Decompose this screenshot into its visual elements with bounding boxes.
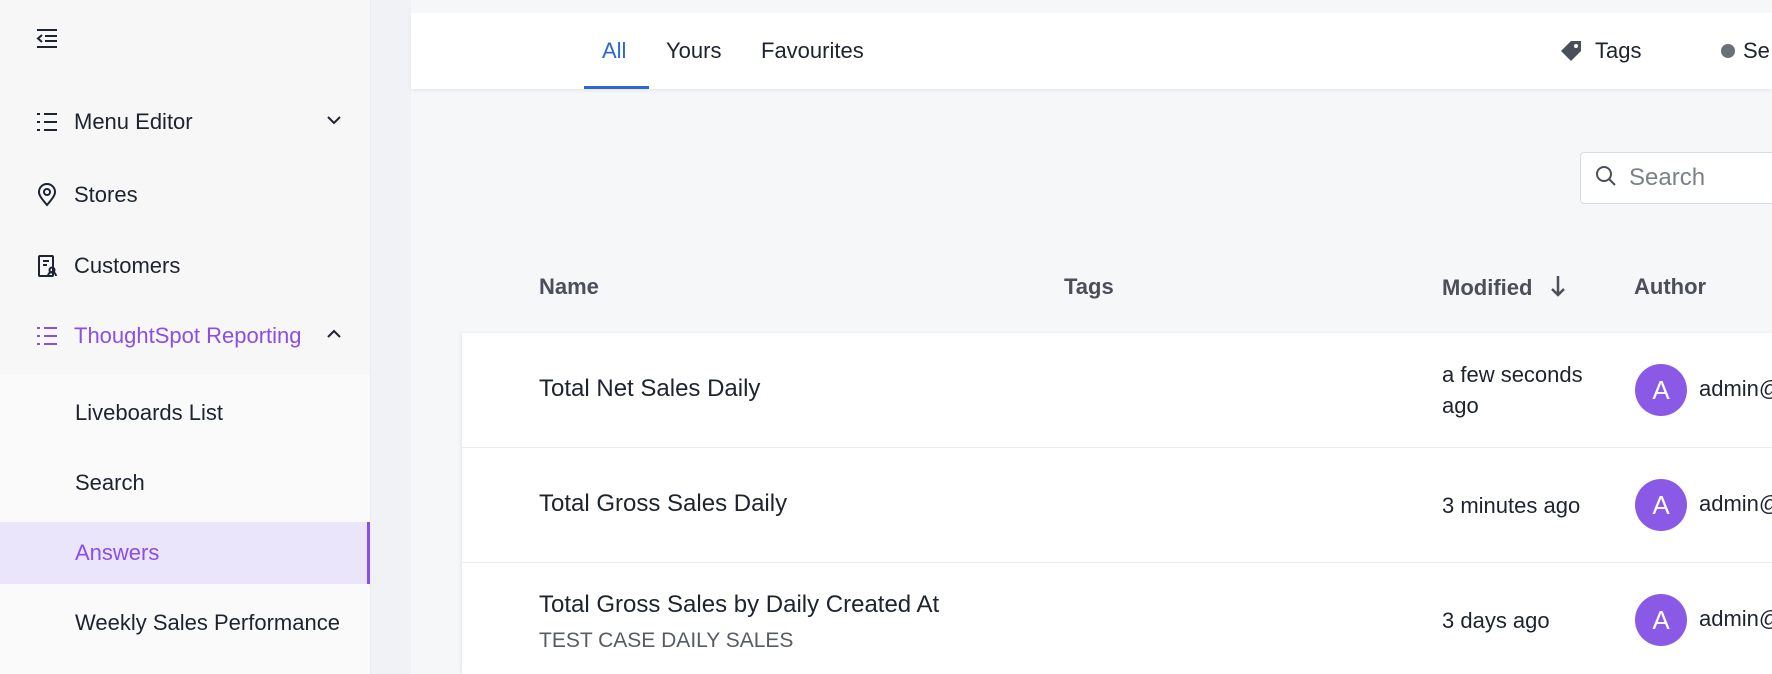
sidebar-subitem-liveboards-list[interactable]: Liveboards List xyxy=(0,382,370,444)
sidebar-item-stores[interactable]: Stores xyxy=(0,161,370,229)
sidebar-item-menu-editor[interactable]: Menu Editor xyxy=(0,88,370,156)
tab-all[interactable]: All xyxy=(602,13,626,89)
modified-time: 3 minutes ago xyxy=(1442,493,1581,518)
tab-yours[interactable]: Yours xyxy=(666,13,721,89)
sidebar: Menu Editor Stores Customers ThoughtSpot… xyxy=(0,0,371,674)
collapse-sidebar-icon[interactable] xyxy=(34,26,60,50)
arrow-down-icon xyxy=(1549,274,1567,304)
customer-book-icon xyxy=(34,253,60,279)
avatar: A xyxy=(1635,364,1687,416)
active-tab-indicator xyxy=(584,86,649,89)
tag-icon xyxy=(1559,39,1583,63)
sidebar-subitem-search[interactable]: Search xyxy=(0,452,370,514)
select-filter-button[interactable]: Se xyxy=(1721,13,1770,89)
table-row[interactable]: Total Gross Sales Daily 3 minutes ago A … xyxy=(462,448,1772,563)
chevron-up-icon xyxy=(324,324,344,344)
avatar: A xyxy=(1635,594,1687,646)
answer-name[interactable]: Total Net Sales Daily xyxy=(539,375,760,403)
table-row[interactable]: Total Net Sales Daily a few seconds ago … xyxy=(462,333,1772,448)
column-header-author[interactable]: Author xyxy=(1634,274,1706,300)
answer-name[interactable]: Total Gross Sales by Daily Created At xyxy=(539,591,939,619)
main-gutter xyxy=(371,0,411,674)
search-box xyxy=(1580,152,1772,204)
sidebar-item-label: Customers xyxy=(74,253,181,278)
column-header-modified[interactable]: Modified xyxy=(1442,274,1567,304)
author-name: admin@ xyxy=(1699,606,1772,631)
avatar: A xyxy=(1635,479,1687,531)
tags-filter-button[interactable]: Tags xyxy=(1559,13,1641,89)
location-pin-icon xyxy=(34,182,60,208)
modified-time: 3 days ago xyxy=(1442,608,1550,633)
list-icon xyxy=(34,109,60,135)
answer-name[interactable]: Total Gross Sales Daily xyxy=(539,490,787,518)
select-filter-label: Se xyxy=(1743,38,1770,63)
answers-table: Total Net Sales Daily a few seconds ago … xyxy=(462,333,1772,674)
status-dot-icon xyxy=(1721,44,1735,58)
sidebar-item-label: ThoughtSpot Reporting xyxy=(74,323,302,348)
column-header-modified-label: Modified xyxy=(1442,274,1533,300)
sidebar-subitem-answers[interactable]: Answers xyxy=(0,522,370,584)
column-header-tags[interactable]: Tags xyxy=(1064,274,1114,300)
sidebar-item-thoughtspot-reporting[interactable]: ThoughtSpot Reporting xyxy=(0,302,370,370)
author-name: admin@ xyxy=(1699,376,1772,401)
tags-label: Tags xyxy=(1595,38,1642,63)
search-icon xyxy=(1595,165,1617,192)
sidebar-item-label: Stores xyxy=(74,182,138,207)
list-icon xyxy=(34,323,60,349)
table-row[interactable]: Total Gross Sales by Daily Created At TE… xyxy=(462,563,1772,674)
sidebar-item-customers[interactable]: Customers xyxy=(0,232,370,300)
sidebar-subitem-weekly-sales-performance[interactable]: Weekly Sales Performance xyxy=(0,592,370,654)
modified-time: a few seconds ago xyxy=(1442,362,1583,418)
tab-favourites[interactable]: Favourites xyxy=(761,13,864,89)
sidebar-item-label: Menu Editor xyxy=(74,109,193,134)
search-input[interactable] xyxy=(1627,163,1772,193)
filter-tabs-bar: All Yours Favourites Tags Se xyxy=(411,13,1772,89)
chevron-down-icon xyxy=(324,110,344,130)
answer-description: TEST CASE DAILY SALES xyxy=(539,629,794,652)
column-header-name[interactable]: Name xyxy=(539,274,599,300)
author-name: admin@ xyxy=(1699,491,1772,516)
